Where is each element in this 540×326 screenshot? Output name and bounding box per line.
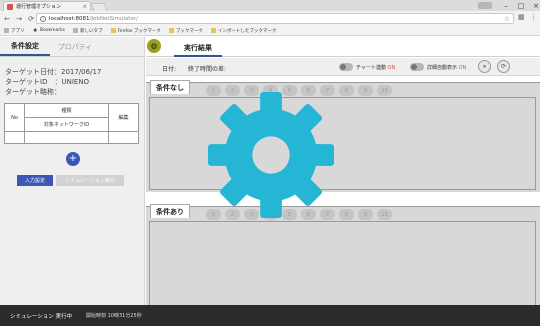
bookmark-apps[interactable]: アプリ [4, 28, 25, 34]
address-bar[interactable]: i localhost:8081/JobNetSimulator/ ☆ [36, 13, 514, 24]
action-buttons: 入力設定 シミュレーション実行 [17, 175, 124, 186]
refresh-button[interactable]: ⟳ [497, 60, 510, 73]
page-icon [73, 28, 79, 33]
target-date-label: ターゲット日付： [5, 68, 61, 76]
folder-icon [168, 28, 174, 33]
end-time-diff-label: 終了時間の差: [188, 66, 227, 73]
column-header-network-id: 対象ネットワークID [24, 117, 109, 132]
add-condition-button[interactable]: + [66, 152, 80, 166]
bookmark-firefox[interactable]: Firefox ブックマーク [110, 28, 161, 34]
target-id-value: UNIENO [61, 78, 90, 86]
chart-link-label: チャート連動 ON [356, 65, 396, 71]
chart-link-state: ON [387, 65, 396, 71]
pause-button[interactable]: ⏸ [478, 60, 491, 73]
window-close-button[interactable]: × [526, 0, 540, 11]
page-button[interactable]: 8 [339, 209, 354, 220]
apps-grid-icon [4, 28, 9, 33]
pause-icon: ⏸ [482, 62, 486, 70]
auto-detail-label: 詳細自動表示 ON [427, 65, 467, 71]
page-button[interactable]: 9 [358, 209, 373, 220]
new-tab-button[interactable] [90, 3, 108, 11]
table-row-empty [4, 131, 139, 144]
section-with-condition-body [149, 221, 536, 306]
section-no-condition: 条件なし 1 2 3 4 5 6 7 8 9 10 [146, 80, 540, 192]
tab-condition-settings[interactable]: 条件設定 [0, 37, 50, 56]
simulation-start-time: 開始時刻 10時31分25秒 [86, 313, 142, 319]
bookmark-folder[interactable]: ブックマーク [168, 28, 203, 34]
folder-icon [210, 28, 216, 33]
loading-gear-icon [208, 92, 334, 218]
page-button[interactable]: 8 [339, 85, 354, 96]
target-info: ターゲット日付：2017/06/17 ターゲットID ：UNIENO ターゲット… [5, 67, 101, 97]
bookmarks-bar: アプリ ★ Bookmarks 新しいタブ Firefox ブックマーク ブックマ… [0, 26, 540, 36]
page-button[interactable]: 10 [377, 85, 392, 96]
section-with-condition: 条件あり 1 2 3 4 5 6 7 8 9 10 [146, 204, 540, 306]
star-icon: ★ [32, 27, 38, 34]
chart-link-toggle[interactable] [339, 63, 353, 71]
refresh-icon: ⟳ [500, 63, 507, 70]
tab-close-icon[interactable]: × [83, 4, 87, 10]
browser-toolbar: ← → ⟳ i localhost:8081/JobNetSimulator/ … [0, 11, 540, 26]
app-favicon-icon [7, 3, 13, 10]
section-with-condition-title[interactable]: 条件あり [150, 204, 190, 218]
simulation-status: シミュレーション 実行中 [10, 313, 73, 320]
section-no-condition-title[interactable]: 条件なし [150, 80, 190, 94]
address-url: localhost:8081/JobNetSimulator/ [49, 15, 138, 22]
left-tabs: 条件設定 プロパティ [0, 37, 145, 57]
gear-icon: ⚙ [150, 41, 158, 51]
run-simulation-button[interactable]: シミュレーション実行 [56, 175, 124, 186]
status-bar: シミュレーション 実行中 開始時刻 10時31分25秒 [0, 305, 540, 326]
column-header-kind: 種類 [24, 103, 109, 118]
browser-tab[interactable]: 運行管理オプション × [3, 1, 91, 11]
browser-menu-icon[interactable]: ⋮ [530, 13, 537, 21]
browser-tab-title: 運行管理オプション [16, 4, 62, 10]
bookmark-bookmarks[interactable]: ★ Bookmarks [32, 27, 66, 34]
back-arrow-icon[interactable]: ← [2, 14, 12, 24]
forward-arrow-icon[interactable]: → [14, 14, 24, 24]
column-header-no: No [4, 103, 25, 132]
auto-detail-state: ON [458, 65, 467, 71]
date-label: 日付: [162, 66, 177, 73]
condition-table: No 種類 編集 対象ネットワークID [4, 103, 139, 144]
bookmark-imported[interactable]: インポートしたブックマーク [210, 28, 276, 34]
bookmark-star-icon[interactable]: ☆ [504, 15, 510, 23]
extension-icon[interactable]: ▦ [518, 13, 525, 21]
input-settings-button[interactable]: 入力設定 [17, 175, 53, 186]
condition-panel: 条件設定 プロパティ ターゲット日付：2017/06/17 ターゲットID ：U… [0, 37, 145, 305]
target-id-label: ターゲットID ： [5, 78, 62, 86]
browser-tabstrip: 運行管理オプション × – □ × [0, 0, 540, 11]
user-profile-badge[interactable] [478, 2, 492, 9]
results-panel: ⚙ 実行結果 日付: 終了時間の差: チャート連動 ON 詳細自動表示 ON ⏸… [146, 37, 540, 306]
page-button[interactable]: 10 [377, 209, 392, 220]
site-info-icon[interactable]: i [40, 15, 46, 22]
target-date-value: 2017/06/17 [61, 68, 102, 76]
folder-icon [110, 28, 116, 33]
results-controls: 日付: 終了時間の差: チャート連動 ON 詳細自動表示 ON ⏸ ⟳ [146, 58, 540, 76]
results-title[interactable]: 実行結果 [174, 41, 222, 57]
results-header: ⚙ 実行結果 [146, 37, 540, 57]
settings-gear-button[interactable]: ⚙ [147, 39, 161, 53]
tab-properties[interactable]: プロパティ [50, 37, 100, 56]
page-button[interactable]: 9 [358, 85, 373, 96]
bookmark-new-tab[interactable]: 新しいタブ [73, 28, 103, 34]
target-short-label: ターゲット略称： [5, 88, 61, 96]
column-header-edit: 編集 [108, 103, 139, 132]
reload-icon[interactable]: ⟳ [26, 14, 36, 24]
auto-detail-toggle[interactable] [410, 63, 424, 71]
